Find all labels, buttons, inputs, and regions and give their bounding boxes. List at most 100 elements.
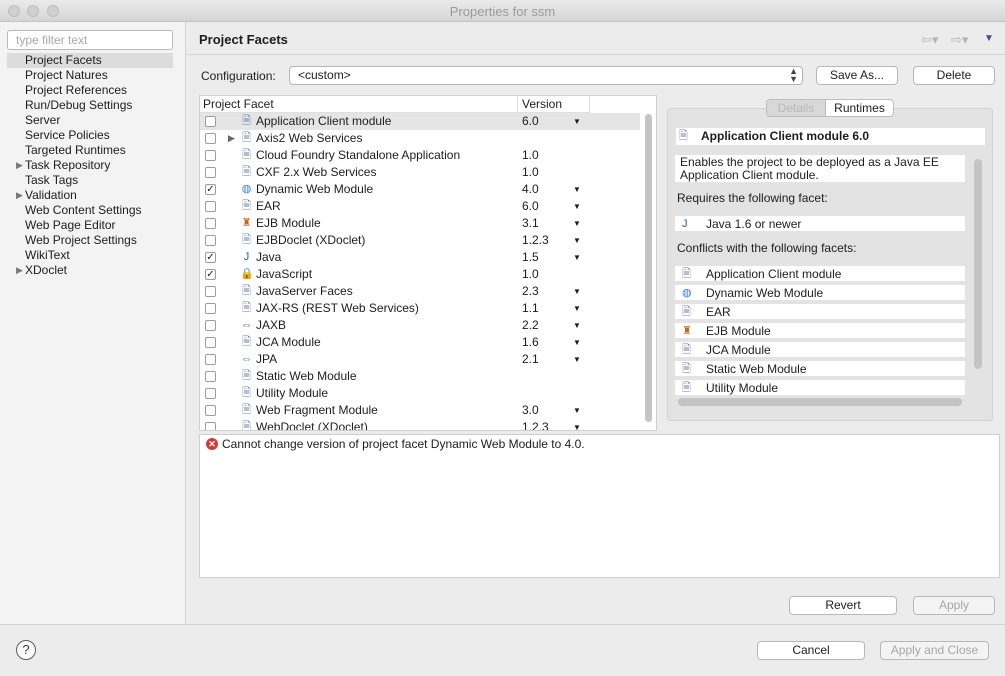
sidebar-item-task-repository[interactable]: ▶ Task Repository xyxy=(7,158,173,173)
version-dropdown-icon[interactable]: ▼ xyxy=(573,113,581,130)
back-arrow-icon[interactable]: ⇦▾ xyxy=(921,32,938,48)
facet-checkbox[interactable] xyxy=(205,405,216,416)
facet-row[interactable]: 🗎 CXF 2.x Web Services 1.0 xyxy=(200,164,640,181)
facet-version[interactable]: 1.0 xyxy=(522,147,539,164)
facet-row[interactable]: 🗎 JCA Module 1.6 ▼ xyxy=(200,334,640,351)
version-dropdown-icon[interactable]: ▼ xyxy=(573,249,581,266)
version-dropdown-icon[interactable]: ▼ xyxy=(573,283,581,300)
facet-row[interactable]: 🗎 Web Fragment Module 3.0 ▼ xyxy=(200,402,640,419)
facet-version[interactable]: 1.0 xyxy=(522,266,539,283)
facet-checkbox[interactable] xyxy=(205,286,216,297)
facet-row[interactable]: ♜ EJB Module 3.1 ▼ xyxy=(200,215,640,232)
facet-row[interactable]: ✓ ◍ Dynamic Web Module 4.0 ▼ xyxy=(200,181,640,198)
facet-checkbox[interactable] xyxy=(205,371,216,382)
facet-version[interactable]: 6.0 xyxy=(522,198,539,215)
expand-triangle-icon[interactable]: ▶ xyxy=(16,158,23,173)
save-as-button[interactable]: Save As... xyxy=(816,66,898,85)
version-dropdown-icon[interactable]: ▼ xyxy=(573,402,581,419)
details-hscrollbar[interactable] xyxy=(678,398,962,406)
facet-row[interactable]: 🗎 EJBDoclet (XDoclet) 1.2.3 ▼ xyxy=(200,232,640,249)
sidebar-item-web-project-settings[interactable]: Web Project Settings xyxy=(7,233,173,248)
version-dropdown-icon[interactable]: ▼ xyxy=(573,317,581,334)
version-dropdown-icon[interactable]: ▼ xyxy=(573,181,581,198)
facet-row[interactable]: 🗎 Application Client module 6.0 ▼ xyxy=(200,113,640,130)
facet-version[interactable]: 2.3 xyxy=(522,283,539,300)
facet-checkbox[interactable] xyxy=(205,320,216,331)
facet-version[interactable]: 1.2.3 xyxy=(522,419,549,430)
expand-triangle-icon[interactable]: ▶ xyxy=(16,263,23,278)
sidebar-item-web-content-settings[interactable]: Web Content Settings xyxy=(7,203,173,218)
facet-row[interactable]: 🗎 JAX-RS (REST Web Services) 1.1 ▼ xyxy=(200,300,640,317)
sidebar-item-wikitext[interactable]: WikiText xyxy=(7,248,173,263)
configuration-select[interactable]: <custom> ▲ ▼ xyxy=(289,66,803,85)
facet-version[interactable]: 1.6 xyxy=(522,334,539,351)
sidebar-item-service-policies[interactable]: Service Policies xyxy=(7,128,173,143)
facet-row[interactable]: 🗎 Utility Module xyxy=(200,385,640,402)
version-dropdown-icon[interactable]: ▼ xyxy=(573,215,581,232)
expand-triangle-icon[interactable]: ▶ xyxy=(16,188,23,203)
facet-version[interactable]: 4.0 xyxy=(522,181,539,198)
apply-and-close-button[interactable]: Apply and Close xyxy=(880,641,989,660)
facet-version[interactable]: 3.1 xyxy=(522,215,539,232)
facet-checkbox[interactable] xyxy=(205,388,216,399)
facet-row[interactable]: 🗎 Static Web Module xyxy=(200,368,640,385)
facet-row[interactable]: 🗎 Cloud Foundry Standalone Application 1.0 xyxy=(200,147,640,164)
facet-checkbox[interactable] xyxy=(205,150,216,161)
facet-row[interactable]: 🗎 JavaServer Faces 2.3 ▼ xyxy=(200,283,640,300)
facet-version[interactable]: 1.5 xyxy=(522,249,539,266)
sidebar-item-project-facets[interactable]: Project Facets xyxy=(7,53,173,68)
sidebar-item-xdoclet[interactable]: ▶ XDoclet xyxy=(7,263,173,278)
version-dropdown-icon[interactable]: ▼ xyxy=(573,300,581,317)
facet-version[interactable]: 1.0 xyxy=(522,164,539,181)
expand-triangle-icon[interactable]: ▶ xyxy=(228,130,235,147)
version-dropdown-icon[interactable]: ▼ xyxy=(573,232,581,249)
tab-details[interactable]: Details xyxy=(767,100,825,116)
revert-button[interactable]: Revert xyxy=(789,596,897,615)
facet-checkbox[interactable] xyxy=(205,303,216,314)
facet-checkbox[interactable] xyxy=(205,201,216,212)
facet-row[interactable]: ✓ J Java 1.5 ▼ xyxy=(200,249,640,266)
facet-checkbox[interactable] xyxy=(205,218,216,229)
facet-version[interactable]: 2.2 xyxy=(522,317,539,334)
facet-version[interactable]: 1.2.3 xyxy=(522,232,549,249)
sidebar-item-run-debug-settings[interactable]: Run/Debug Settings xyxy=(7,98,173,113)
facet-row[interactable]: ⇔ JPA 2.1 ▼ xyxy=(200,351,640,368)
sidebar-item-web-page-editor[interactable]: Web Page Editor xyxy=(7,218,173,233)
cancel-button[interactable]: Cancel xyxy=(757,641,865,660)
apply-button[interactable]: Apply xyxy=(913,596,995,615)
version-dropdown-icon[interactable]: ▼ xyxy=(573,334,581,351)
facet-checkbox[interactable] xyxy=(205,133,216,144)
facet-checkbox[interactable] xyxy=(205,337,216,348)
view-menu-icon[interactable]: ▼ xyxy=(984,33,994,44)
facet-version[interactable]: 1.1 xyxy=(522,300,539,317)
facet-checkbox[interactable] xyxy=(205,422,216,430)
sidebar-item-validation[interactable]: ▶ Validation xyxy=(7,188,173,203)
facet-checkbox[interactable]: ✓ xyxy=(205,269,216,280)
tab-runtimes[interactable]: Runtimes xyxy=(825,100,893,116)
facet-checkbox[interactable] xyxy=(205,354,216,365)
facet-checkbox[interactable]: ✓ xyxy=(205,252,216,263)
facet-checkbox[interactable] xyxy=(205,235,216,246)
version-dropdown-icon[interactable]: ▼ xyxy=(573,419,581,430)
facet-checkbox[interactable]: ✓ xyxy=(205,184,216,195)
facet-version[interactable]: 2.1 xyxy=(522,351,539,368)
facet-version[interactable]: 3.0 xyxy=(522,402,539,419)
column-header-version[interactable]: Version xyxy=(518,96,590,113)
sidebar-item-task-tags[interactable]: Task Tags xyxy=(7,173,173,188)
facet-table-scrollbar[interactable] xyxy=(645,114,652,422)
facet-row[interactable]: ▶ 🗎 Axis2 Web Services xyxy=(200,130,640,147)
facet-checkbox[interactable] xyxy=(205,167,216,178)
help-icon[interactable]: ? xyxy=(16,640,36,660)
facet-row[interactable]: ⇔ JAXB 2.2 ▼ xyxy=(200,317,640,334)
sidebar-item-targeted-runtimes[interactable]: Targeted Runtimes xyxy=(7,143,173,158)
facet-row[interactable]: ✓ 🔒 JavaScript 1.0 xyxy=(200,266,640,283)
facet-row[interactable]: 🗎 EAR 6.0 ▼ xyxy=(200,198,640,215)
sidebar-item-project-natures[interactable]: Project Natures xyxy=(7,68,173,83)
facet-version[interactable]: 6.0 xyxy=(522,113,539,130)
forward-arrow-icon[interactable]: ⇨▾ xyxy=(951,32,968,48)
sidebar-item-project-references[interactable]: Project References xyxy=(7,83,173,98)
version-dropdown-icon[interactable]: ▼ xyxy=(573,351,581,368)
details-vscrollbar[interactable] xyxy=(974,159,982,369)
facet-row[interactable]: 🗎 WebDoclet (XDoclet) 1.2.3 ▼ xyxy=(200,419,640,430)
facet-checkbox[interactable] xyxy=(205,116,216,127)
